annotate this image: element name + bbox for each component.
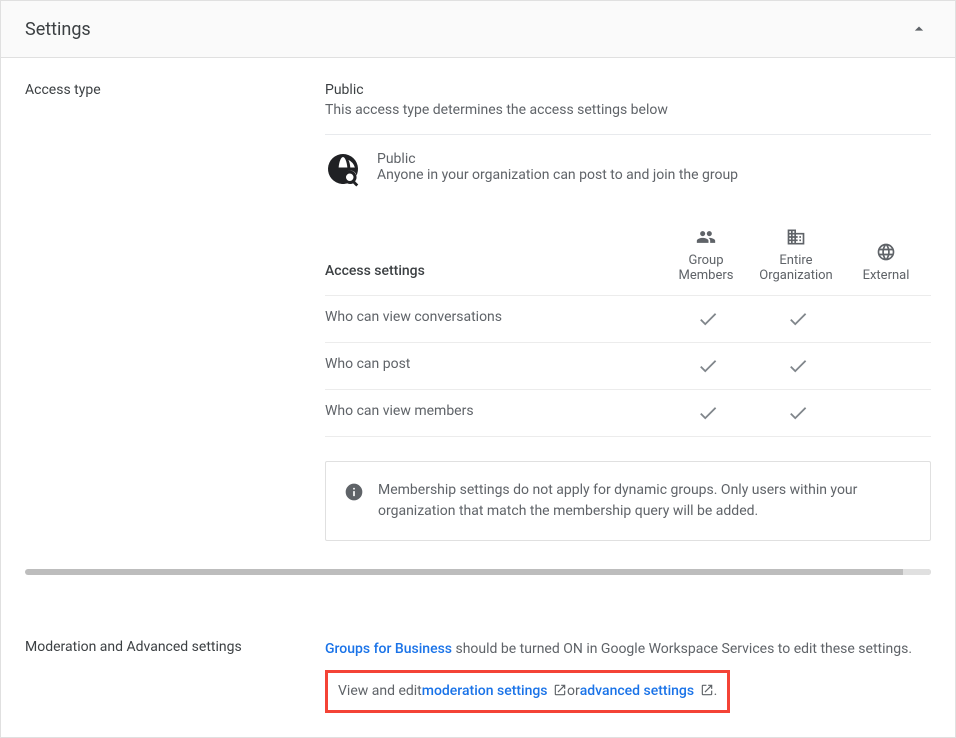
card-header[interactable]: Settings [1,1,955,58]
access-row: Who can post [325,342,931,389]
check-icon [787,355,805,373]
access-option-title: Public [377,151,738,167]
settings-card: Settings Access type Public This access … [0,0,956,738]
access-type-description: This access type determines the access s… [325,102,931,118]
col-organization: Entire Organization [751,227,841,283]
moderation-line1-suffix: should be turned ON in Google Workspace … [452,641,912,657]
moderation-line2-or: or [567,681,580,702]
access-row-label: Who can post [325,356,661,376]
separator-bar [25,569,931,575]
moderation-links-highlight: View and edit moderation settings or adv… [325,670,730,713]
external-icon [876,242,896,262]
access-cell [661,355,751,377]
access-option-text: Public Anyone in your organization can p… [377,151,738,183]
access-cell [661,402,751,424]
card-content: Access type Public This access type dete… [1,58,955,599]
moderation-label: Moderation and Advanced settings [25,639,325,655]
access-type-label: Access type [25,82,325,98]
collapse-icon[interactable] [907,17,931,41]
access-row: Who can view conversations [325,295,931,342]
moderation-line2-prefix: View and edit [338,681,422,702]
moderation-section: Moderation and Advanced settings Groups … [1,599,955,737]
col-label: Group Members [679,253,734,283]
access-settings-grid: Access settings Group Members Entire Or [325,227,931,437]
col-label: Entire Organization [759,253,832,283]
info-icon [344,482,364,502]
access-type-value: Public This access type determines the a… [325,82,931,541]
external-link-icon [553,683,567,697]
advanced-settings-link[interactable]: advanced settings [580,681,714,702]
check-icon [787,402,805,420]
moderation-line2-suffix: . [714,681,718,702]
col-external: External [841,242,931,283]
access-row: Who can view members [325,389,931,437]
access-cell [661,308,751,330]
col-group-members: Group Members [661,227,751,283]
access-cell [751,355,841,377]
grid-header: Access settings Group Members Entire Or [325,227,931,295]
col-label: External [863,268,910,283]
info-text: Membership settings do not apply for dyn… [378,482,857,519]
external-link-icon [700,683,714,697]
check-icon [787,308,805,326]
info-notice: Membership settings do not apply for dyn… [325,461,931,541]
check-icon [697,308,715,326]
moderation-text: Groups for Business should be turned ON … [325,639,931,713]
access-option-block: Public Anyone in your organization can p… [325,135,931,211]
check-icon [697,355,715,373]
access-type-title: Public [325,82,931,98]
groups-for-business-link[interactable]: Groups for Business [325,641,452,657]
globe-search-icon [325,151,361,187]
organization-icon [786,227,806,247]
access-settings-heading: Access settings [325,263,661,283]
card-title: Settings [25,19,91,40]
access-option-subtitle: Anyone in your organization can post to … [377,167,738,183]
access-row-label: Who can view conversations [325,309,661,329]
group-members-icon [696,227,716,247]
moderation-settings-link[interactable]: moderation settings [422,681,567,702]
access-cell [751,308,841,330]
access-type-row: Access type Public This access type dete… [25,82,931,541]
access-row-label: Who can view members [325,403,661,423]
access-cell [751,402,841,424]
check-icon [697,402,715,420]
